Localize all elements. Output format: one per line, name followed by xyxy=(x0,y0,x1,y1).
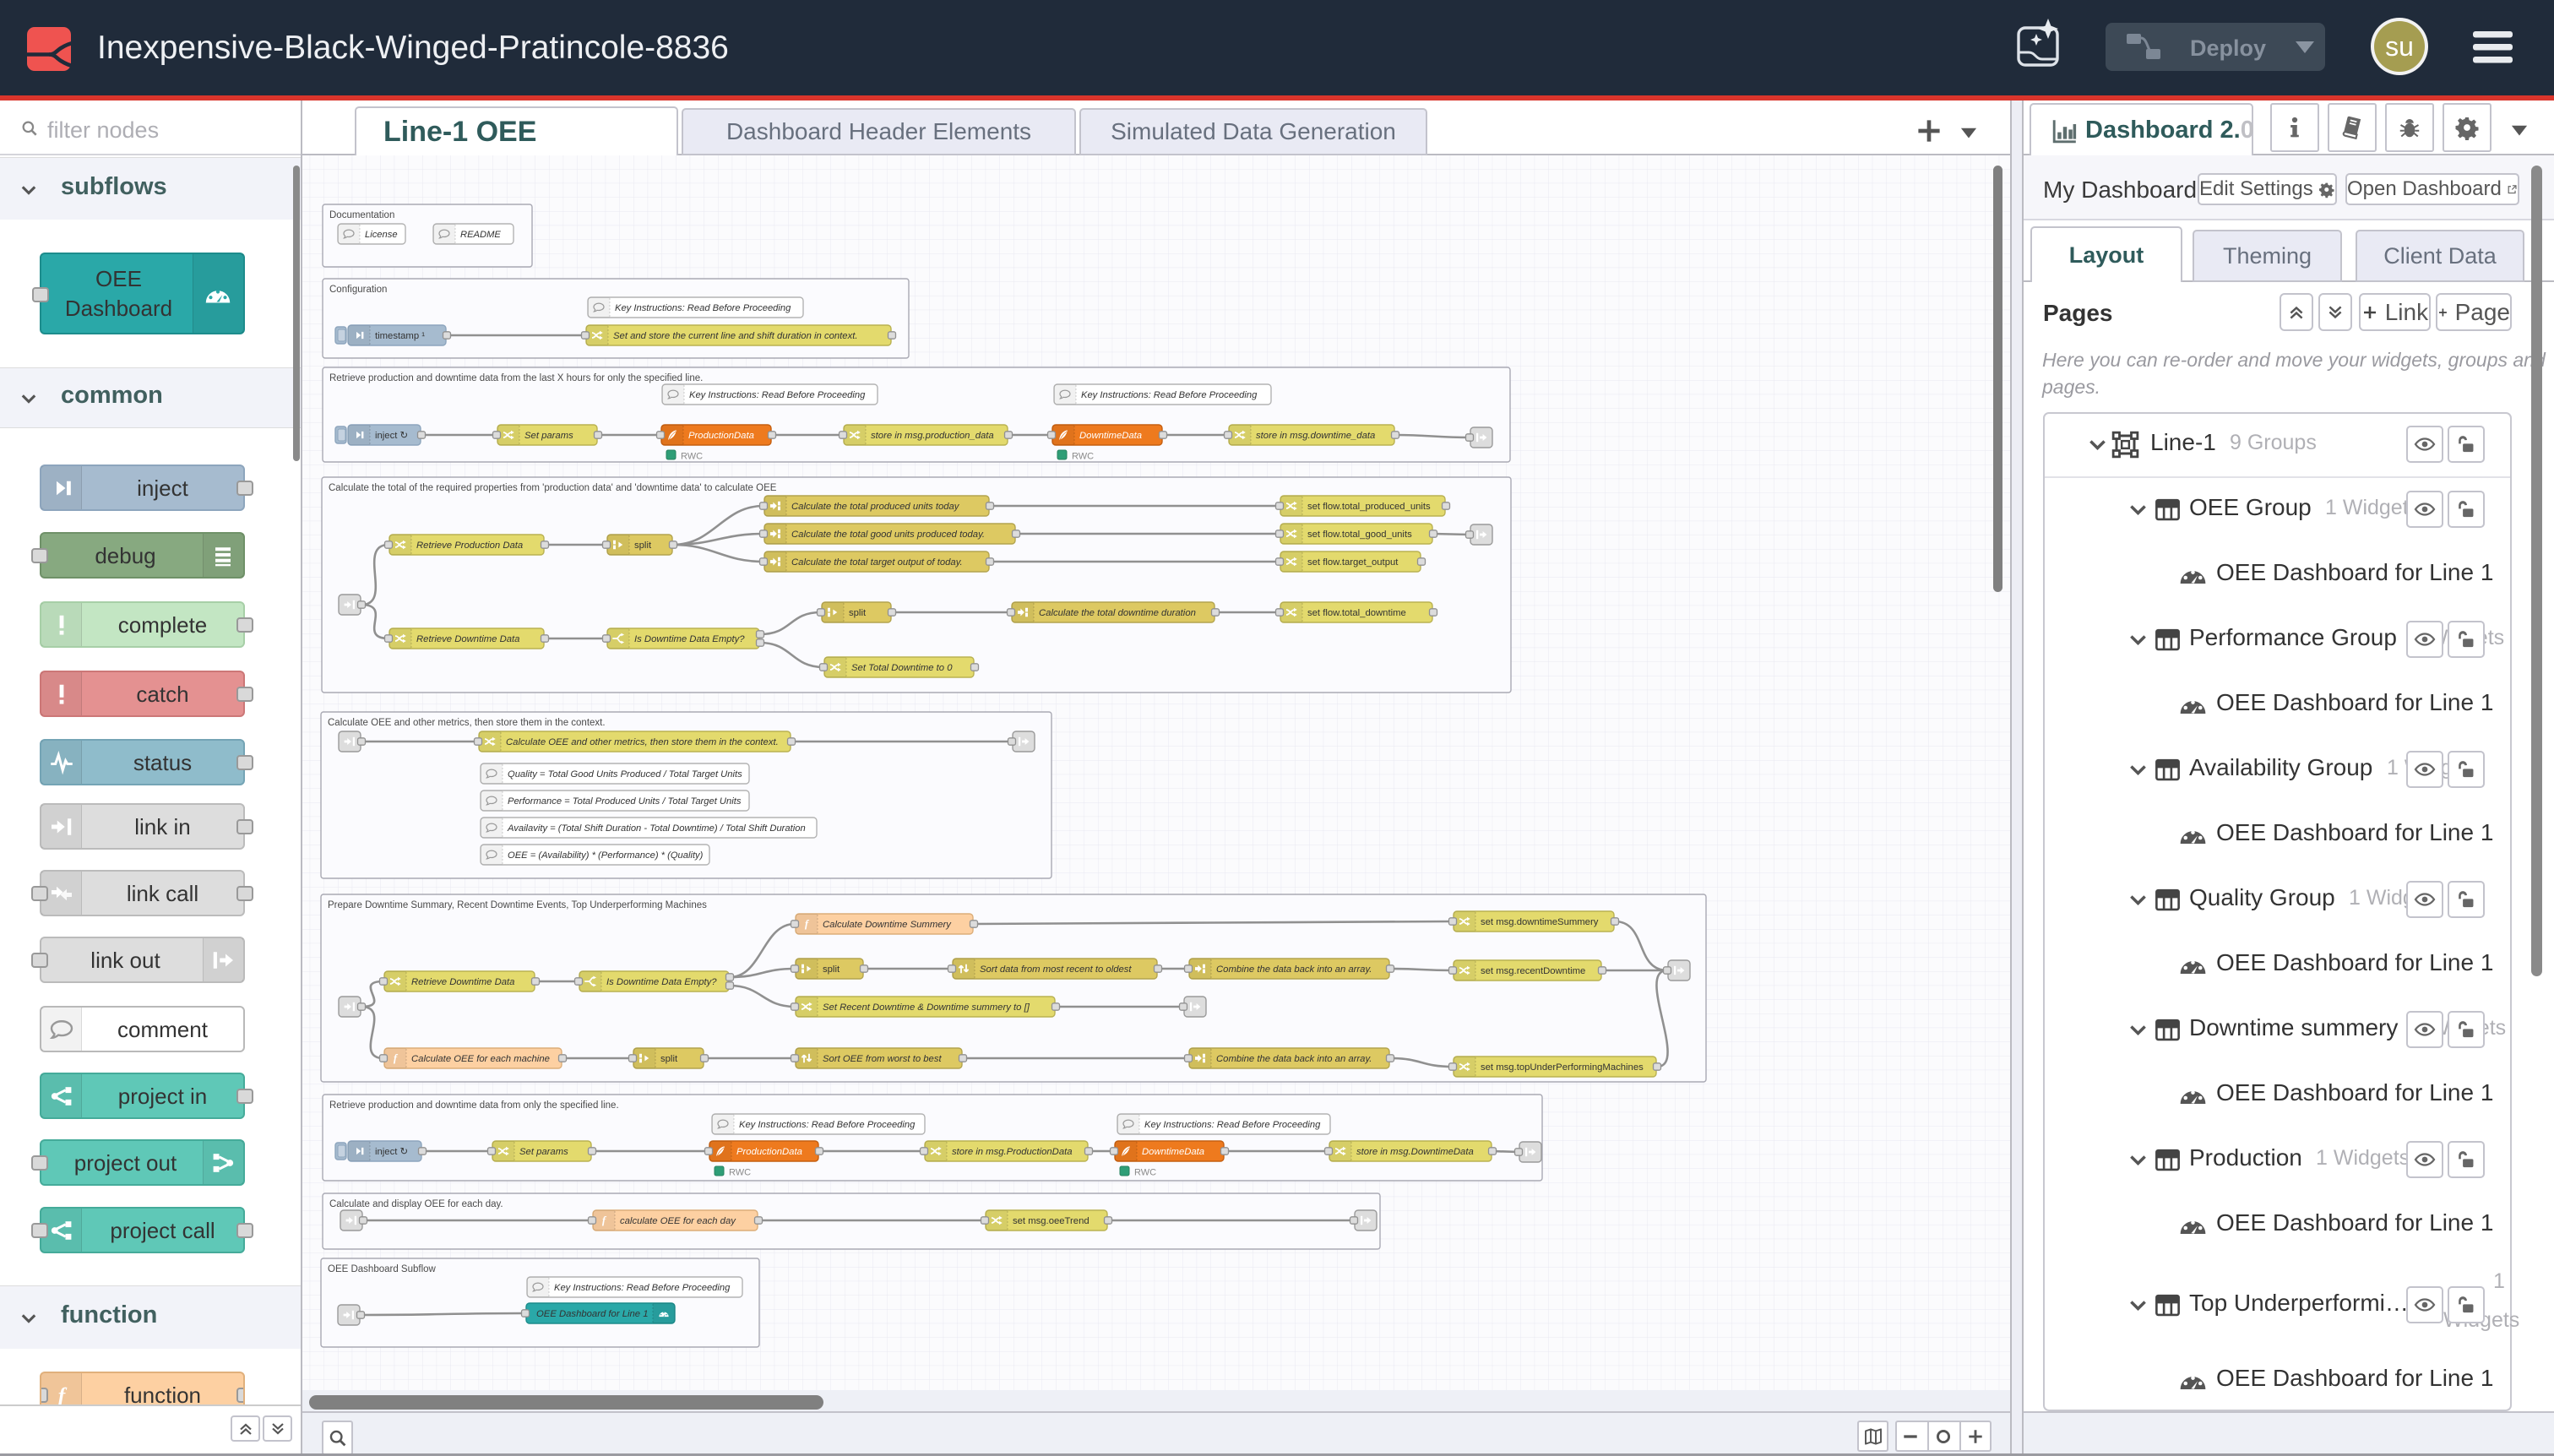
svg-text:calculate OEE for each day: calculate OEE for each day xyxy=(620,1216,736,1226)
svg-text:Sort OEE from worst to best: Sort OEE from worst to best xyxy=(823,1054,942,1064)
svg-text:RWC: RWC xyxy=(1072,452,1094,462)
svg-text:split: split xyxy=(823,964,840,975)
svg-text:OEE = (Availability) * (Perfor: OEE = (Availability) * (Performance) * (… xyxy=(508,850,704,861)
svg-text:su: su xyxy=(2385,31,2414,62)
svg-text:Calculate the total downtime d: Calculate the total downtime duration xyxy=(1039,608,1196,618)
svg-text:Key Instructions: Read Before: Key Instructions: Read Before Proceeding xyxy=(615,303,791,313)
svg-text:OEE Dashboard for Line 1: OEE Dashboard for Line 1 xyxy=(536,1309,649,1319)
svg-text:RWC: RWC xyxy=(1134,1168,1156,1178)
svg-text:Performance = Total Produced U: Performance = Total Produced Units / Tot… xyxy=(508,796,742,807)
svg-text:Retrieve production and downti: Retrieve production and downtime data fr… xyxy=(329,373,703,383)
svg-text:set flow.total_downtime: set flow.total_downtime xyxy=(1307,608,1406,618)
svg-text:inject ↻: inject ↻ xyxy=(375,1147,408,1157)
svg-text:set msg.downtimeSummery: set msg.downtimeSummery xyxy=(1481,917,1599,927)
svg-text:DowntimeData: DowntimeData xyxy=(1079,431,1142,441)
svg-text:Key Instructions: Read Before: Key Instructions: Read Before Proceeding xyxy=(689,390,866,400)
svg-text:Retrieve Downtime Data: Retrieve Downtime Data xyxy=(411,977,514,987)
svg-text:Set Total Downtime to 0: Set Total Downtime to 0 xyxy=(851,663,953,673)
svg-text:Prepare Downtime Summary, Rece: Prepare Downtime Summary, Recent Downtim… xyxy=(328,900,707,910)
svg-text:Quality = Total Good Units Pro: Quality = Total Good Units Produced / To… xyxy=(508,769,742,780)
svg-text:store in msg.DowntimeData: store in msg.DowntimeData xyxy=(1356,1147,1474,1157)
svg-text:Key Instructions: Read Before: Key Instructions: Read Before Proceeding xyxy=(554,1283,731,1293)
svg-text:Is Downtime Data Empty?: Is Downtime Data Empty? xyxy=(606,977,717,987)
svg-text:License: License xyxy=(365,230,398,240)
svg-text:ProductionData: ProductionData xyxy=(688,431,754,441)
svg-text:Calculate OEE for each machine: Calculate OEE for each machine xyxy=(411,1054,550,1064)
svg-text:Key Instructions: Read Before: Key Instructions: Read Before Proceeding xyxy=(739,1120,916,1130)
svg-text:Retrieve production and downti: Retrieve production and downtime data fr… xyxy=(329,1100,619,1111)
svg-text:Calculate the total produced u: Calculate the total produced units today xyxy=(791,502,960,512)
svg-text:Calculate OEE and other metric: Calculate OEE and other metrics, then st… xyxy=(506,737,779,747)
svg-text:Sort data from most recent to: Sort data from most recent to oldest xyxy=(980,964,1132,975)
svg-text:Retrieve Production Data: Retrieve Production Data xyxy=(416,541,523,551)
svg-text:set msg.topUnderPerformingMach: set msg.topUnderPerformingMachines xyxy=(1481,1062,1644,1073)
svg-text:Calculate and display OEE for: Calculate and display OEE for each day. xyxy=(329,1199,503,1209)
svg-text:Calculate the total target out: Calculate the total target output of tod… xyxy=(791,557,963,568)
svg-text:set flow.total_good_units: set flow.total_good_units xyxy=(1307,530,1412,540)
svg-text:split: split xyxy=(849,608,867,618)
svg-text:Retrieve Downtime Data: Retrieve Downtime Data xyxy=(416,634,519,644)
svg-text:store in msg.ProductionData: store in msg.ProductionData xyxy=(952,1147,1073,1157)
svg-text:Configuration: Configuration xyxy=(329,285,387,295)
svg-text:store in msg.production_data: store in msg.production_data xyxy=(871,431,994,441)
svg-text:Set Recent Downtime & Downtime: Set Recent Downtime & Downtime summery t… xyxy=(823,1002,1030,1013)
svg-text:OEE Dashboard Subflow: OEE Dashboard Subflow xyxy=(328,1264,437,1274)
svg-text:Calculate OEE and other metric: Calculate OEE and other metrics, then st… xyxy=(328,718,606,728)
svg-text:Inexpensive-Black-Winged-Prati: Inexpensive-Black-Winged-Pratincole-8836 xyxy=(97,30,729,66)
svg-text:Key Instructions: Read Before: Key Instructions: Read Before Proceeding xyxy=(1081,390,1258,400)
svg-text:Documentation: Documentation xyxy=(329,210,394,220)
svg-text:timestamp ¹: timestamp ¹ xyxy=(375,331,425,341)
svg-text:Set and store the current line: Set and store the current line and shift… xyxy=(613,331,858,341)
svg-text:Combine the data back into an: Combine the data back into an array. xyxy=(1216,964,1372,975)
svg-text:Calculate the total of the req: Calculate the total of the required prop… xyxy=(329,483,777,493)
svg-text:Combine the data back into an: Combine the data back into an array. xyxy=(1216,1054,1372,1064)
svg-text:DowntimeData: DowntimeData xyxy=(1142,1147,1204,1157)
svg-text:ProductionData: ProductionData xyxy=(736,1147,802,1157)
svg-text:Set params: Set params xyxy=(519,1147,568,1157)
svg-text:Availavity = (Total Shift Dura: Availavity = (Total Shift Duration - Tot… xyxy=(507,823,806,834)
svg-text:set msg.recentDowntime: set msg.recentDowntime xyxy=(1481,966,1585,976)
svg-text:store in msg.downtime_data: store in msg.downtime_data xyxy=(1256,431,1375,441)
svg-text:set flow.total_produced_units: set flow.total_produced_units xyxy=(1307,502,1431,512)
svg-text:Is Downtime Data Empty?: Is Downtime Data Empty? xyxy=(634,634,745,644)
svg-text:Set params: Set params xyxy=(524,431,573,441)
svg-text:set msg.oeeTrend: set msg.oeeTrend xyxy=(1013,1216,1090,1226)
svg-text:inject ↻: inject ↻ xyxy=(375,431,408,441)
svg-text:Key Instructions: Read Before: Key Instructions: Read Before Proceeding xyxy=(1144,1120,1321,1130)
svg-text:RWC: RWC xyxy=(681,452,703,462)
svg-text:Deploy: Deploy xyxy=(2190,35,2266,61)
svg-text:README: README xyxy=(460,230,501,240)
svg-text:set flow.target_output: set flow.target_output xyxy=(1307,557,1399,568)
svg-text:split: split xyxy=(634,541,652,551)
svg-text:RWC: RWC xyxy=(729,1168,751,1178)
svg-text:Calculate Downtime Summery: Calculate Downtime Summery xyxy=(823,920,952,930)
svg-text:split: split xyxy=(660,1054,678,1064)
svg-text:Calculate the total good units: Calculate the total good units produced … xyxy=(791,530,985,540)
